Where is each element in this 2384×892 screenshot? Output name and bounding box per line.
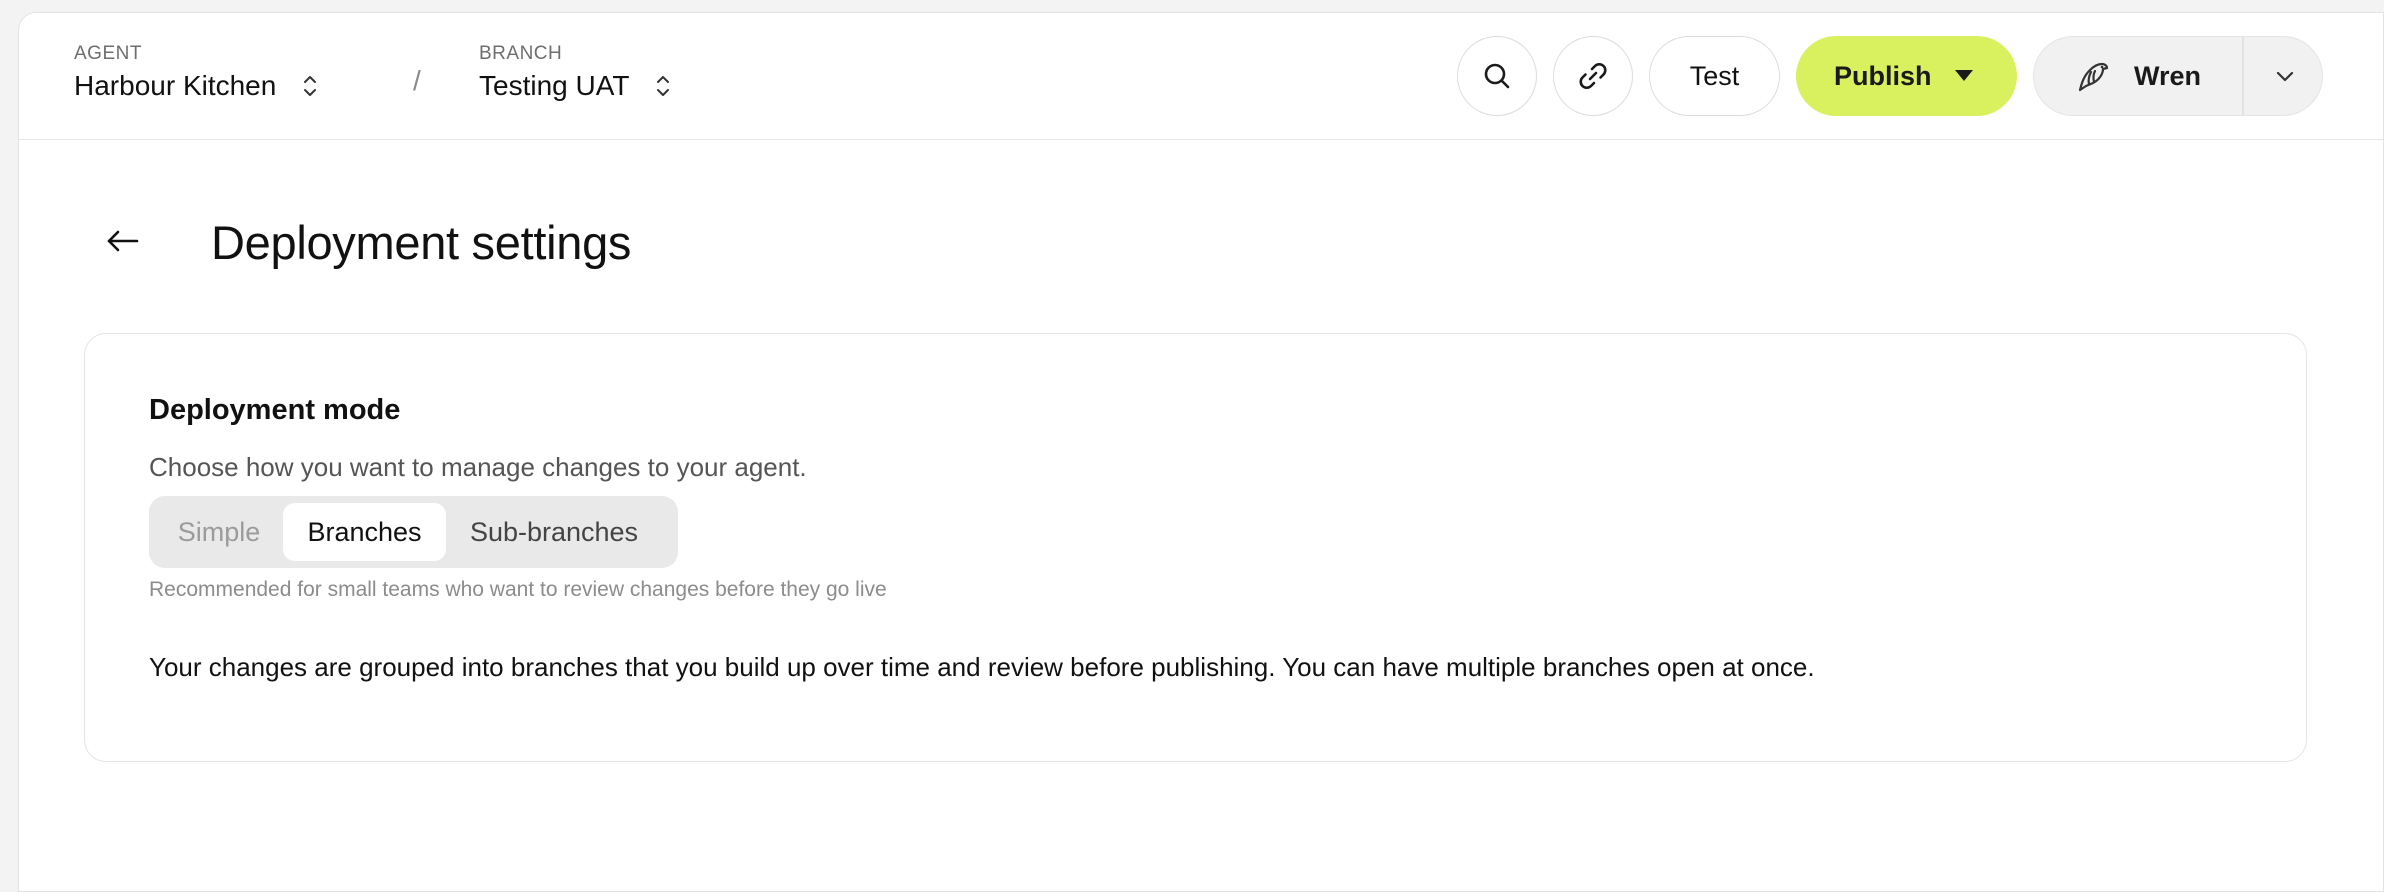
deployment-mode-card: Deployment mode Choose how you want to m… — [84, 333, 2307, 762]
top-bar: AGENT Harbour Kitchen / BRANCH Testing U… — [19, 13, 2383, 140]
publish-label: Publish — [1834, 60, 1932, 91]
branch-name: Testing UAT — [479, 70, 630, 101]
search-icon — [1484, 63, 1510, 89]
agent-caption: AGENT — [74, 43, 142, 64]
agent-selector[interactable]: AGENT Harbour Kitchen — [74, 43, 320, 103]
mode-hint: Recommended for small teams who want to … — [149, 578, 887, 601]
arrow-left-icon[interactable] — [103, 221, 143, 261]
chevron-up-down-icon — [304, 76, 317, 96]
button-divider — [2242, 37, 2244, 115]
chevron-up-down-icon — [657, 76, 670, 96]
caret-down-icon[interactable] — [1955, 70, 1973, 81]
deployment-mode-toggle: Simple Branches Sub-branches — [149, 496, 678, 568]
search-button[interactable] — [1457, 36, 1537, 116]
app-window: AGENT Harbour Kitchen / BRANCH Testing U… — [18, 12, 2384, 892]
agent-dropdown[interactable]: Harbour Kitchen — [74, 69, 320, 103]
chevron-down-icon[interactable] — [2270, 61, 2300, 91]
user-name: Wren — [2134, 60, 2202, 91]
section-heading: Deployment mode — [149, 394, 401, 426]
breadcrumb-separator: / — [413, 65, 421, 96]
segment-simple[interactable]: Simple — [155, 503, 283, 561]
link-icon — [1579, 63, 1607, 89]
publish-button[interactable]: Publish — [1796, 36, 2017, 116]
branch-selector[interactable]: BRANCH Testing UAT — [479, 43, 673, 103]
segment-sub-branches[interactable]: Sub-branches — [446, 503, 662, 561]
branch-dropdown[interactable]: Testing UAT — [479, 69, 673, 103]
page-title: Deployment settings — [211, 216, 632, 269]
segment-branches[interactable]: Branches — [283, 503, 446, 561]
test-button[interactable]: Test — [1649, 36, 1780, 116]
mode-explanation: Your changes are grouped into branches t… — [149, 652, 1815, 682]
bird-icon — [2078, 62, 2109, 92]
branch-caption: BRANCH — [479, 43, 563, 64]
user-menu-button[interactable]: Wren — [2033, 36, 2323, 116]
copy-link-button[interactable] — [1553, 36, 1633, 116]
section-description: Choose how you want to manage changes to… — [149, 452, 807, 482]
agent-name: Harbour Kitchen — [74, 70, 277, 101]
